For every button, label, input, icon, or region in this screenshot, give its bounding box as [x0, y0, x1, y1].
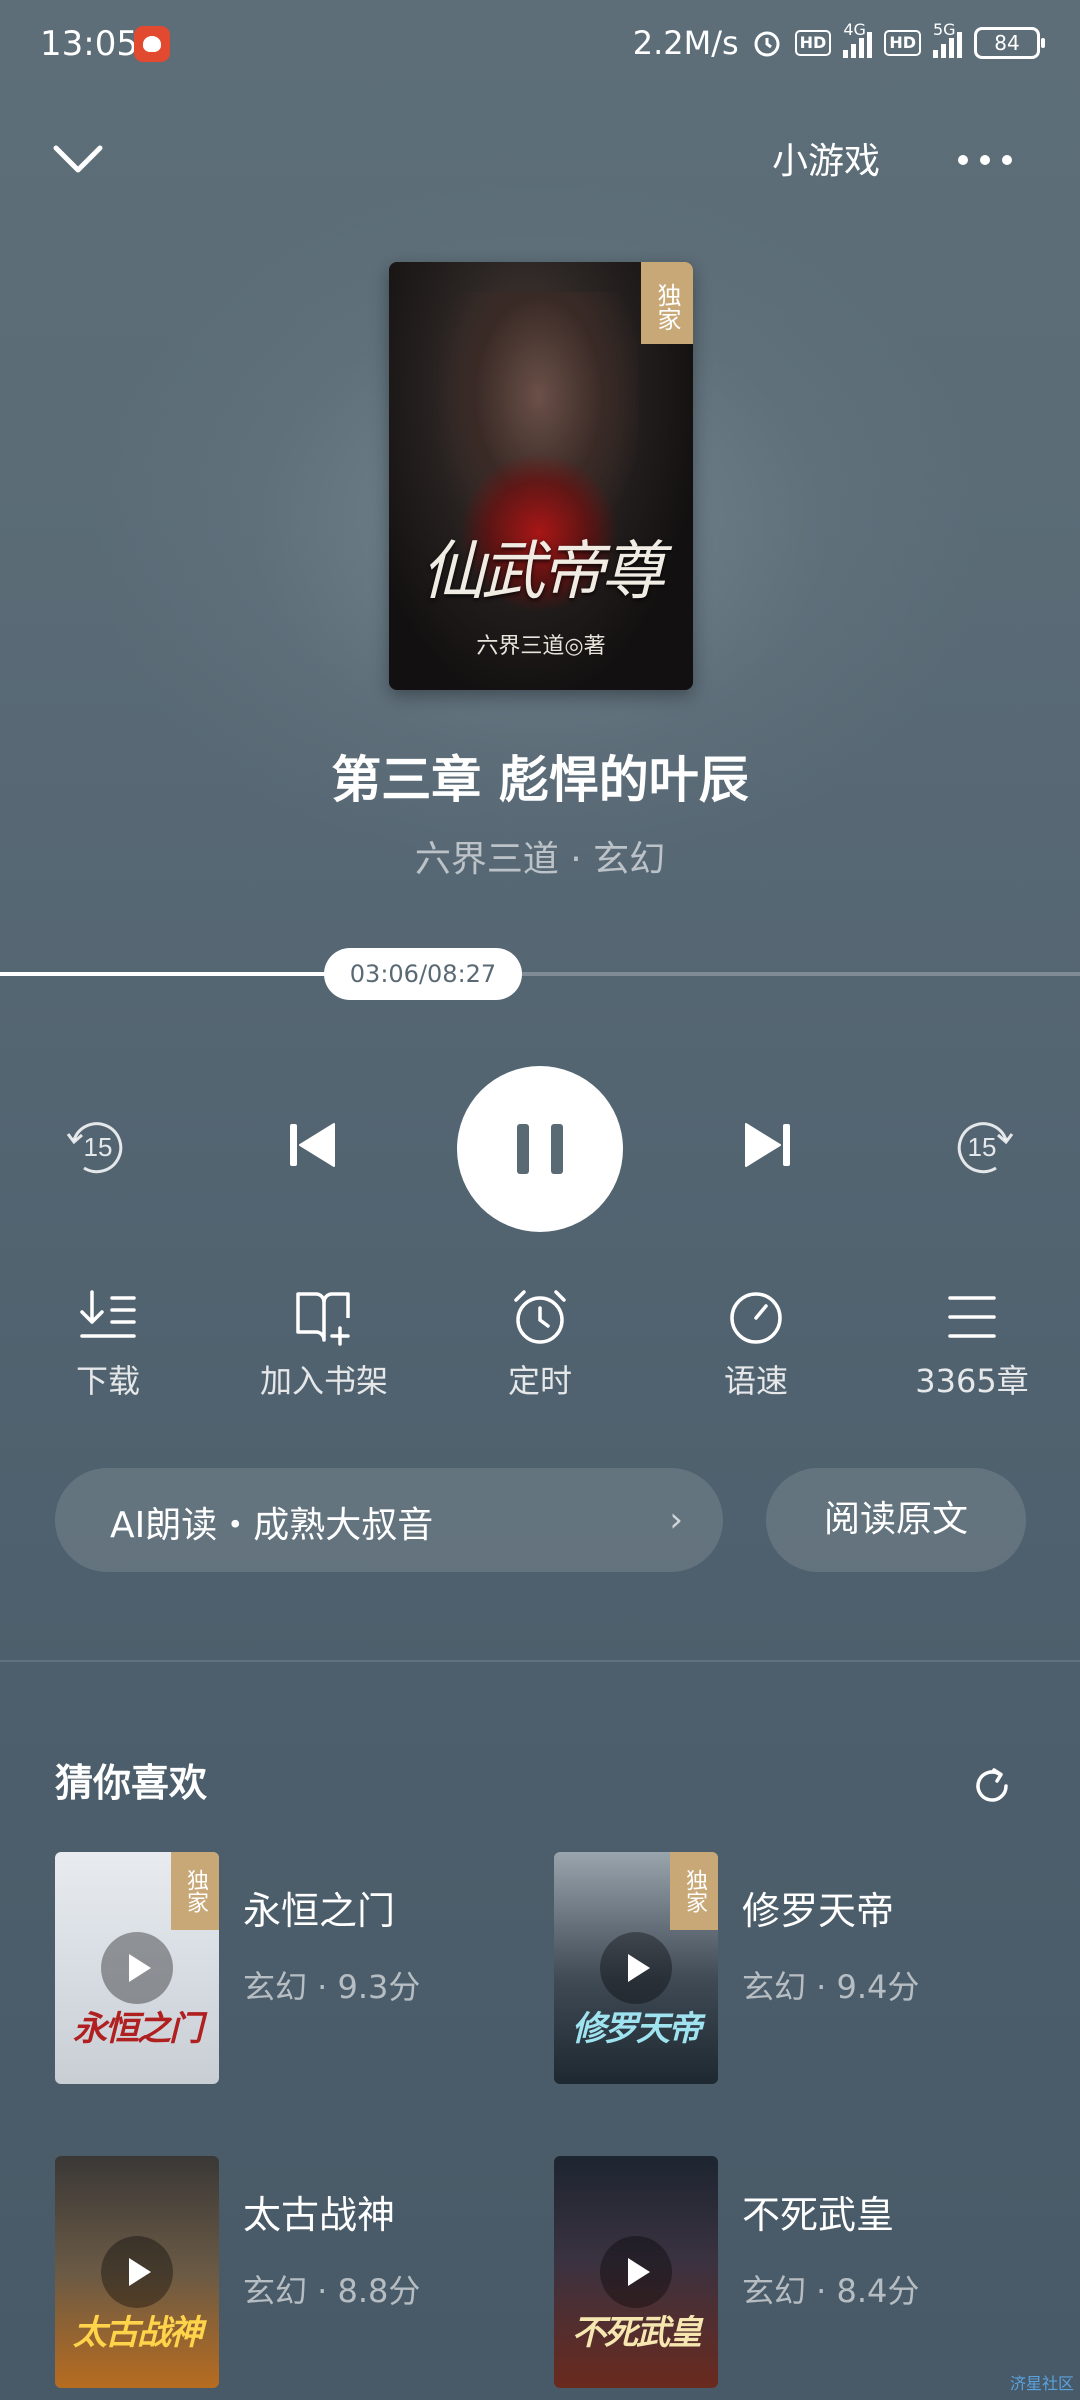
- book-name: 永恒之门: [243, 1889, 396, 1933]
- chapter-title: 第三章 彪悍的叶辰: [331, 751, 749, 809]
- status-bar: 13:05 2.2M/s HD 4G HD 5G 84: [0, 0, 1080, 90]
- book-card[interactable]: 永恒之门 独家 永恒之门 玄幻 · 9.3分: [55, 1852, 535, 2084]
- exclusive-tag: 独家: [670, 1852, 718, 1930]
- thumbnail-title-art: 太古战神: [73, 2313, 203, 2353]
- collapse-chevron-icon[interactable]: [50, 134, 106, 184]
- book-name: 修罗天帝: [742, 1889, 895, 1933]
- add-bookshelf-label: 加入书架: [259, 1362, 388, 1400]
- network-speed: 2.2M/s: [632, 24, 739, 62]
- network-5g-label: 5G: [933, 20, 956, 39]
- playback-controls: 15 15: [0, 1060, 1080, 1232]
- signal-4g-icon: 4G: [843, 20, 873, 58]
- ai-voice-label: AI朗读・成熟大叔音: [110, 1505, 434, 1546]
- download-button[interactable]: 下载: [23, 1288, 193, 1402]
- refresh-icon[interactable]: [970, 1764, 1014, 1808]
- cover-author-art: 六界三道◎著: [476, 634, 606, 659]
- list-icon: [948, 1296, 996, 1338]
- thumbnail-title-art: 永恒之门: [73, 2009, 203, 2049]
- battery-icon: 84: [974, 27, 1045, 59]
- book-info: 玄幻 · 9.4分: [742, 1968, 920, 2006]
- download-label: 下载: [75, 1362, 140, 1400]
- chevron-right-icon: ›: [669, 1500, 683, 1540]
- forward-15-icon[interactable]: 15: [948, 1110, 1020, 1182]
- mini-game-button[interactable]: 小游戏: [772, 132, 880, 184]
- rewind-seconds: 15: [84, 1132, 113, 1162]
- next-chapter-icon[interactable]: [738, 1118, 798, 1172]
- book-name: 太古战神: [243, 2193, 396, 2237]
- cover-title-art: 仙武帝尊: [421, 535, 665, 609]
- book-card[interactable]: 太古战神 太古战神 玄幻 · 8.8分: [55, 2156, 535, 2388]
- read-original-button[interactable]: 阅读原文: [766, 1468, 1026, 1572]
- chapter-list-button[interactable]: 3365章: [887, 1288, 1057, 1402]
- book-info: 玄幻 · 9.3分: [243, 1968, 421, 2006]
- book-meta: 六界三道 · 玄幻: [414, 839, 666, 880]
- rewind-15-icon[interactable]: 15: [60, 1110, 132, 1182]
- section-divider: [0, 1660, 1080, 1662]
- chapter-count-label: 3365章: [915, 1362, 1029, 1400]
- player-header: 小游戏: [0, 120, 1080, 200]
- network-4g-label: 4G: [843, 20, 866, 39]
- more-options-icon[interactable]: [958, 142, 1024, 178]
- book-card[interactable]: 修罗天帝 独家 修罗天帝 玄幻 · 9.4分: [554, 1852, 1034, 2084]
- speed-label: 语速: [723, 1362, 788, 1400]
- book-thumbnail[interactable]: 不死武皇: [554, 2156, 718, 2388]
- previous-chapter-icon[interactable]: [282, 1118, 342, 1172]
- signal-5g-icon: 5G: [933, 20, 962, 58]
- play-icon[interactable]: [600, 1932, 672, 2004]
- pause-bar-right: [551, 1124, 563, 1174]
- speed-gauge-icon: [730, 1292, 782, 1344]
- hd-badge: HD: [884, 30, 921, 56]
- ai-voice-button[interactable]: AI朗读・成熟大叔音 ›: [55, 1468, 723, 1572]
- status-right-group: 2.2M/s HD 4G HD 5G 84: [632, 20, 1045, 62]
- book-info: 玄幻 · 8.4分: [742, 2272, 920, 2310]
- thumbnail-title-art: 修罗天帝: [572, 2009, 702, 2049]
- exclusive-tag: 独家: [641, 262, 693, 344]
- hd-badge: HD: [794, 30, 832, 56]
- app-notification-icon: [134, 26, 170, 62]
- speed-button[interactable]: 语速: [671, 1288, 841, 1402]
- play-icon[interactable]: [101, 1932, 173, 2004]
- progress-time-thumb[interactable]: 03:06/08:27: [324, 948, 522, 1000]
- play-icon[interactable]: [101, 2236, 173, 2308]
- pause-bar-left: [517, 1124, 529, 1174]
- play-icon[interactable]: [600, 2236, 672, 2308]
- alarm-icon: [754, 31, 780, 57]
- book-thumbnail[interactable]: 太古战神: [55, 2156, 219, 2388]
- book-card[interactable]: 不死武皇 不死武皇 玄幻 · 8.4分: [554, 2156, 1034, 2388]
- pause-button[interactable]: [457, 1066, 623, 1232]
- add-bookshelf-icon: [296, 1292, 350, 1346]
- alarm-clock-icon: [514, 1290, 566, 1344]
- book-name: 不死武皇: [742, 2193, 895, 2237]
- action-row: 下载 加入书架 定时 语速 3365章: [0, 1288, 1080, 1408]
- recommend-title: 猜你喜欢: [55, 1761, 208, 1805]
- book-thumbnail[interactable]: 修罗天帝 独家: [554, 1852, 718, 2084]
- exclusive-tag: 独家: [171, 1852, 219, 1930]
- forward-seconds: 15: [968, 1132, 997, 1162]
- status-time: 13:05: [40, 24, 138, 64]
- book-info: 玄幻 · 8.8分: [243, 2272, 421, 2310]
- thumbnail-title-art: 不死武皇: [572, 2313, 702, 2353]
- book-thumbnail[interactable]: 永恒之门 独家: [55, 1852, 219, 2084]
- book-cover: 仙武帝尊 六界三道◎著 独家: [389, 262, 693, 690]
- timer-label: 定时: [507, 1362, 572, 1400]
- download-icon: [80, 1290, 136, 1338]
- watermark: 济星社区: [1009, 2374, 1074, 2393]
- add-bookshelf-button[interactable]: 加入书架: [239, 1288, 409, 1402]
- timer-button[interactable]: 定时: [455, 1288, 625, 1402]
